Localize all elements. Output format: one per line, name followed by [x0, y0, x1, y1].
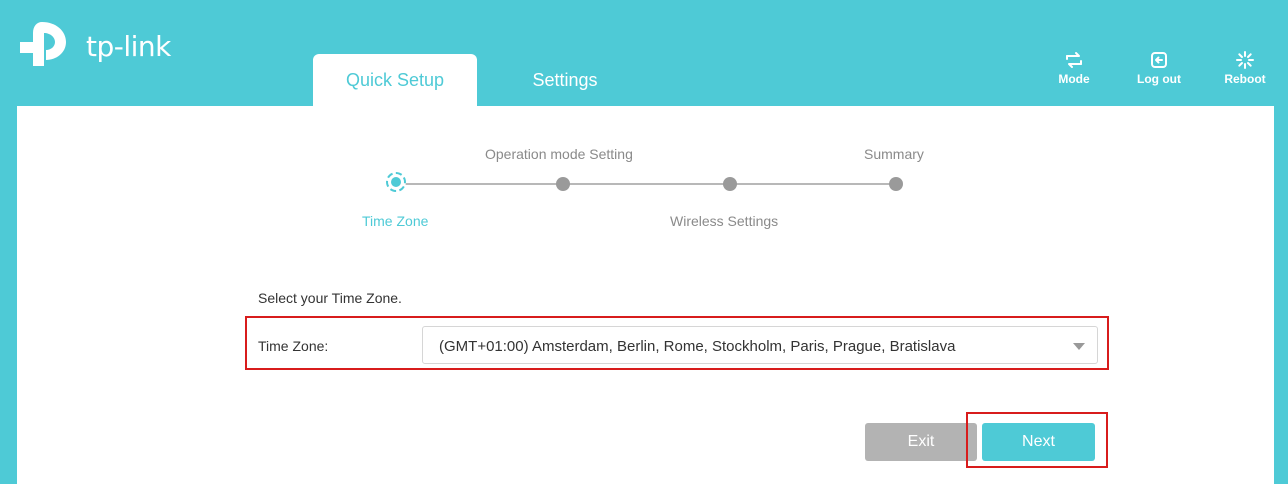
next-highlight-box	[966, 412, 1108, 468]
tab-quick-setup[interactable]: Quick Setup	[313, 54, 477, 106]
step-label-time-zone: Time Zone	[362, 213, 429, 229]
logo-text: tp-link	[86, 30, 171, 63]
step-dot-summary	[889, 177, 903, 191]
left-border	[0, 106, 17, 484]
logout-icon	[1151, 52, 1167, 68]
reboot-button[interactable]: Reboot	[1215, 50, 1275, 86]
step-dot-wireless-settings	[723, 177, 737, 191]
mode-label: Mode	[1058, 72, 1090, 86]
step-label-operation-mode: Operation mode Setting	[485, 146, 633, 162]
exit-button[interactable]: Exit	[865, 423, 977, 461]
right-border	[1274, 106, 1288, 484]
logout-button[interactable]: Log out	[1129, 50, 1189, 86]
tab-settings[interactable]: Settings	[500, 54, 630, 106]
dropdown-arrow-icon	[1073, 343, 1085, 350]
timezone-selected-value: (GMT+01:00) Amsterdam, Berlin, Rome, Sto…	[439, 338, 956, 355]
mode-switch-icon	[1066, 52, 1082, 68]
mode-button[interactable]: Mode	[1044, 50, 1104, 86]
logout-label: Log out	[1137, 72, 1181, 86]
tp-link-logo-icon	[20, 22, 66, 66]
step-label-wireless-settings: Wireless Settings	[670, 213, 779, 229]
reboot-label: Reboot	[1224, 72, 1266, 86]
step-dot-time-zone	[386, 172, 406, 192]
reboot-icon	[1236, 51, 1254, 69]
step-label-summary: Summary	[864, 146, 924, 162]
timezone-label: Time Zone:	[258, 338, 329, 354]
progress-track	[398, 183, 898, 185]
timezone-prompt: Select your Time Zone.	[258, 290, 402, 306]
timezone-select[interactable]: (GMT+01:00) Amsterdam, Berlin, Rome, Sto…	[422, 326, 1098, 364]
step-dot-operation-mode	[556, 177, 570, 191]
